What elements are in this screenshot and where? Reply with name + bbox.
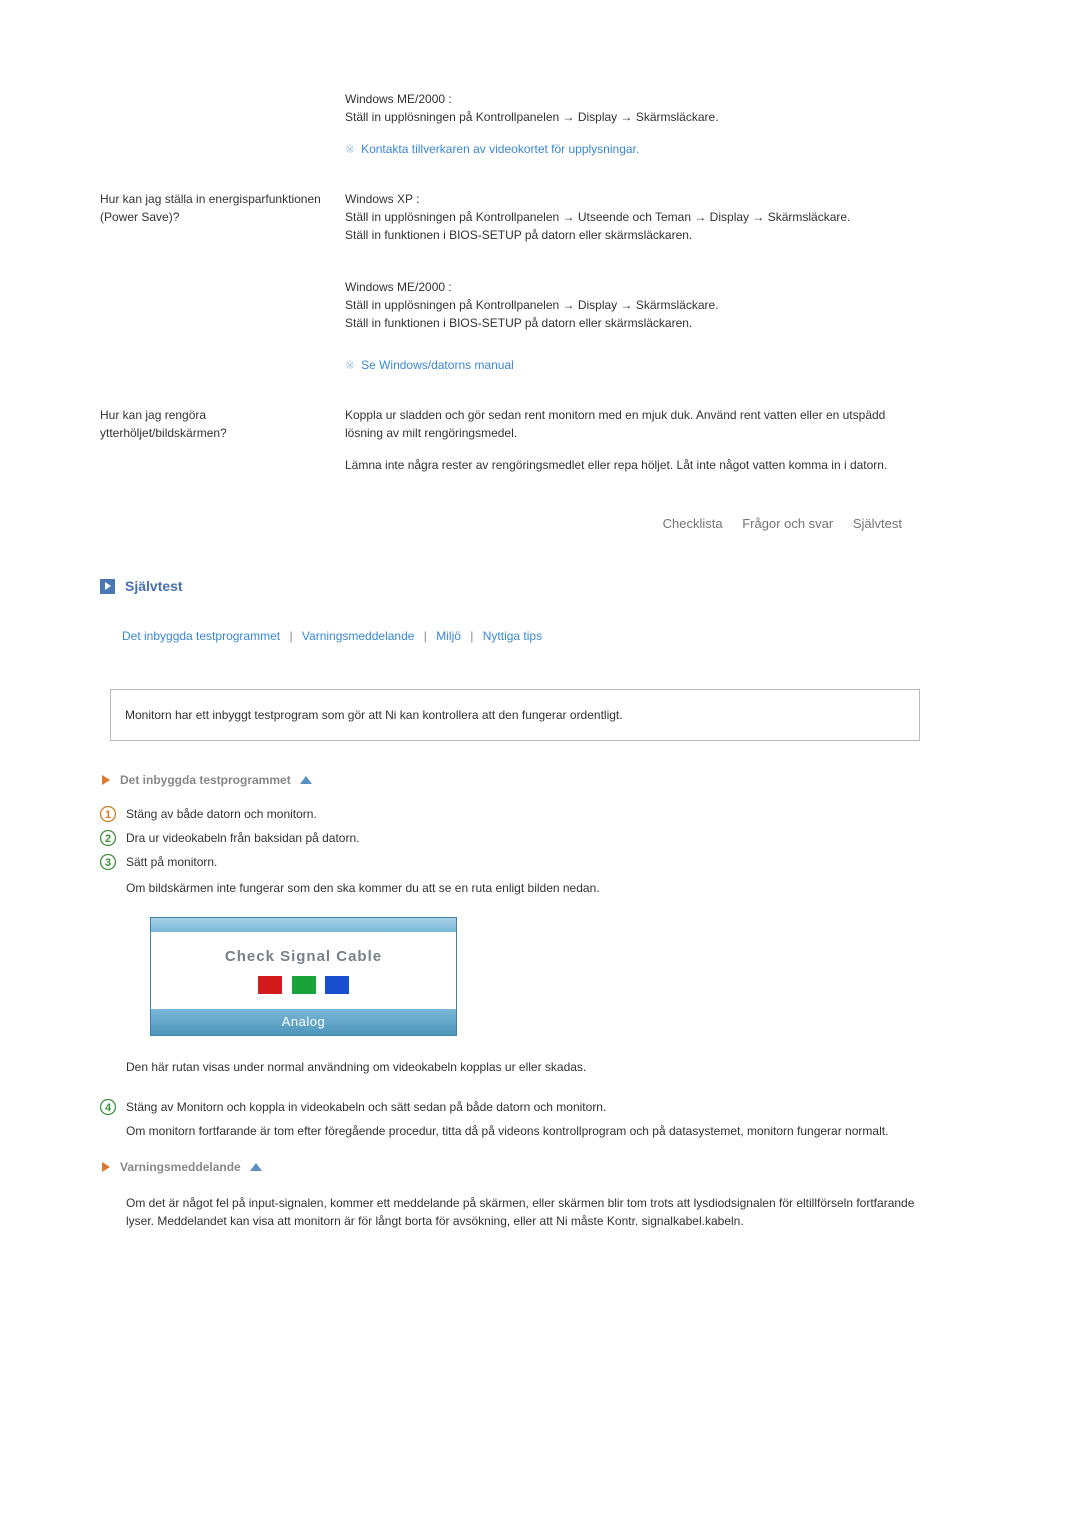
step-number-4-icon: 4 — [100, 1099, 116, 1115]
note-video-card: ※ Kontakta tillverkaren av videokortet fö… — [345, 140, 920, 158]
divider: | — [470, 629, 473, 643]
anchor-links: Det inbyggda testprogrammet | Varningsme… — [122, 627, 920, 645]
up-triangle-icon[interactable] — [249, 1162, 263, 1172]
svg-text:4: 4 — [105, 1102, 112, 1114]
svg-text:1: 1 — [105, 809, 111, 821]
signal-box-body: Check Signal Cable — [151, 932, 456, 1010]
nav-checklist[interactable]: Checklista — [663, 516, 723, 531]
note-text: Kontakta tillverkaren av videokortet för… — [361, 142, 639, 156]
step-number-1-icon: 1 — [100, 806, 116, 822]
answer-line: Ställ in upplösningen på Kontrollpanelen… — [345, 108, 920, 126]
faq-table: Windows ME/2000 : Ställ in upplösningen … — [100, 90, 920, 474]
divider: | — [289, 629, 292, 643]
sub-heading-text: Det inbyggda testprogrammet — [120, 771, 291, 789]
sub-heading-text: Varningsmeddelande — [120, 1158, 241, 1176]
step-3: 3 Sätt på monitorn. — [100, 853, 920, 871]
check-signal-cable-box: Check Signal Cable Analog — [150, 917, 457, 1036]
orange-arrow-icon — [100, 1161, 112, 1173]
divider: | — [424, 629, 427, 643]
signal-mode-label: Analog — [151, 1009, 456, 1035]
answer-line: Windows ME/2000 : — [345, 278, 920, 296]
document-content: Windows ME/2000 : Ställ in upplösningen … — [100, 90, 920, 1230]
step-text: Dra ur videokabeln från baksidan på dato… — [126, 829, 920, 847]
rgb-row — [151, 976, 456, 999]
up-triangle-icon[interactable] — [299, 775, 313, 785]
signal-box-wrap: Check Signal Cable Analog — [150, 917, 920, 1036]
answer-line: Ställ in upplösningen på Kontrollpanelen… — [345, 296, 920, 314]
answer-line: Koppla ur sladden och gör sedan rent mon… — [345, 406, 920, 442]
svg-text:3: 3 — [105, 857, 111, 869]
below-box-text: Den här rutan visas under normal användn… — [126, 1058, 920, 1076]
orange-arrow-icon — [100, 774, 112, 786]
section-heading-selftest: Självtest — [100, 576, 920, 597]
steps-list: 1 Stäng av både datorn och monitorn. 2 D… — [100, 805, 920, 1140]
answer-line: Ställ in funktionen i BIOS-SETUP på dato… — [345, 226, 920, 244]
signal-title: Check Signal Cable — [151, 946, 456, 969]
info-box: Monitorn har ett inbyggt testprogram som… — [110, 689, 920, 741]
asterisk-icon: ※ — [345, 142, 355, 156]
nav-selftest[interactable]: Självtest — [853, 516, 902, 531]
link-warning[interactable]: Varningsmeddelande — [302, 629, 415, 643]
note-manual: ※ Se Windows/datorns manual — [345, 356, 920, 374]
step-number-3-icon: 3 — [100, 854, 116, 870]
section-title: Självtest — [125, 576, 183, 597]
step-4-para: Om monitorn fortfarande är tom efter för… — [126, 1122, 920, 1140]
step-text: Stäng av både datorn och monitorn. — [126, 805, 920, 823]
inline-nav: Checklista Frågor och svar Självtest — [100, 514, 920, 534]
info-box-text: Monitorn har ett inbyggt testprogram som… — [125, 708, 623, 722]
step-3-para: Om bildskärmen inte fungerar som den ska… — [126, 879, 920, 897]
answer-line: Ställ in upplösningen på Kontrollpanelen… — [345, 208, 920, 226]
faq-question-power-save: Hur kan jag ställa in energisparfunktion… — [100, 190, 345, 374]
link-tips[interactable]: Nyttiga tips — [483, 629, 542, 643]
nav-faq[interactable]: Frågor och svar — [742, 516, 833, 531]
green-swatch — [292, 976, 316, 994]
link-env[interactable]: Miljö — [436, 629, 461, 643]
red-swatch — [258, 976, 282, 994]
note-text: Se Windows/datorns manual — [361, 358, 514, 372]
step-1: 1 Stäng av både datorn och monitorn. — [100, 805, 920, 823]
warning-text: Om det är något fel på input-signalen, k… — [126, 1194, 920, 1230]
answer-line: Lämna inte några rester av rengöringsmed… — [345, 456, 920, 474]
sub-heading-builtin: Det inbyggda testprogrammet — [100, 771, 920, 789]
signal-box-top-bar — [151, 918, 456, 932]
answer-line: Windows XP : — [345, 190, 920, 208]
svg-text:2: 2 — [105, 833, 111, 845]
step-text: Sätt på monitorn. — [126, 853, 920, 871]
answer-line: Windows ME/2000 : — [345, 90, 920, 108]
asterisk-icon: ※ — [345, 358, 355, 372]
answer-line: Ställ in funktionen i BIOS-SETUP på dato… — [345, 314, 920, 332]
faq-question-clean: Hur kan jag rengöra ytterhöljet/bildskär… — [100, 406, 345, 474]
arrow-bullet-icon — [100, 579, 115, 594]
link-builtin-test[interactable]: Det inbyggda testprogrammet — [122, 629, 280, 643]
step-text: Stäng av Monitorn och koppla in videokab… — [126, 1098, 920, 1116]
blue-swatch — [325, 976, 349, 994]
step-number-2-icon: 2 — [100, 830, 116, 846]
sub-heading-warning: Varningsmeddelande — [100, 1158, 920, 1176]
step-2: 2 Dra ur videokabeln från baksidan på da… — [100, 829, 920, 847]
step-4: 4 Stäng av Monitorn och koppla in videok… — [100, 1098, 920, 1116]
